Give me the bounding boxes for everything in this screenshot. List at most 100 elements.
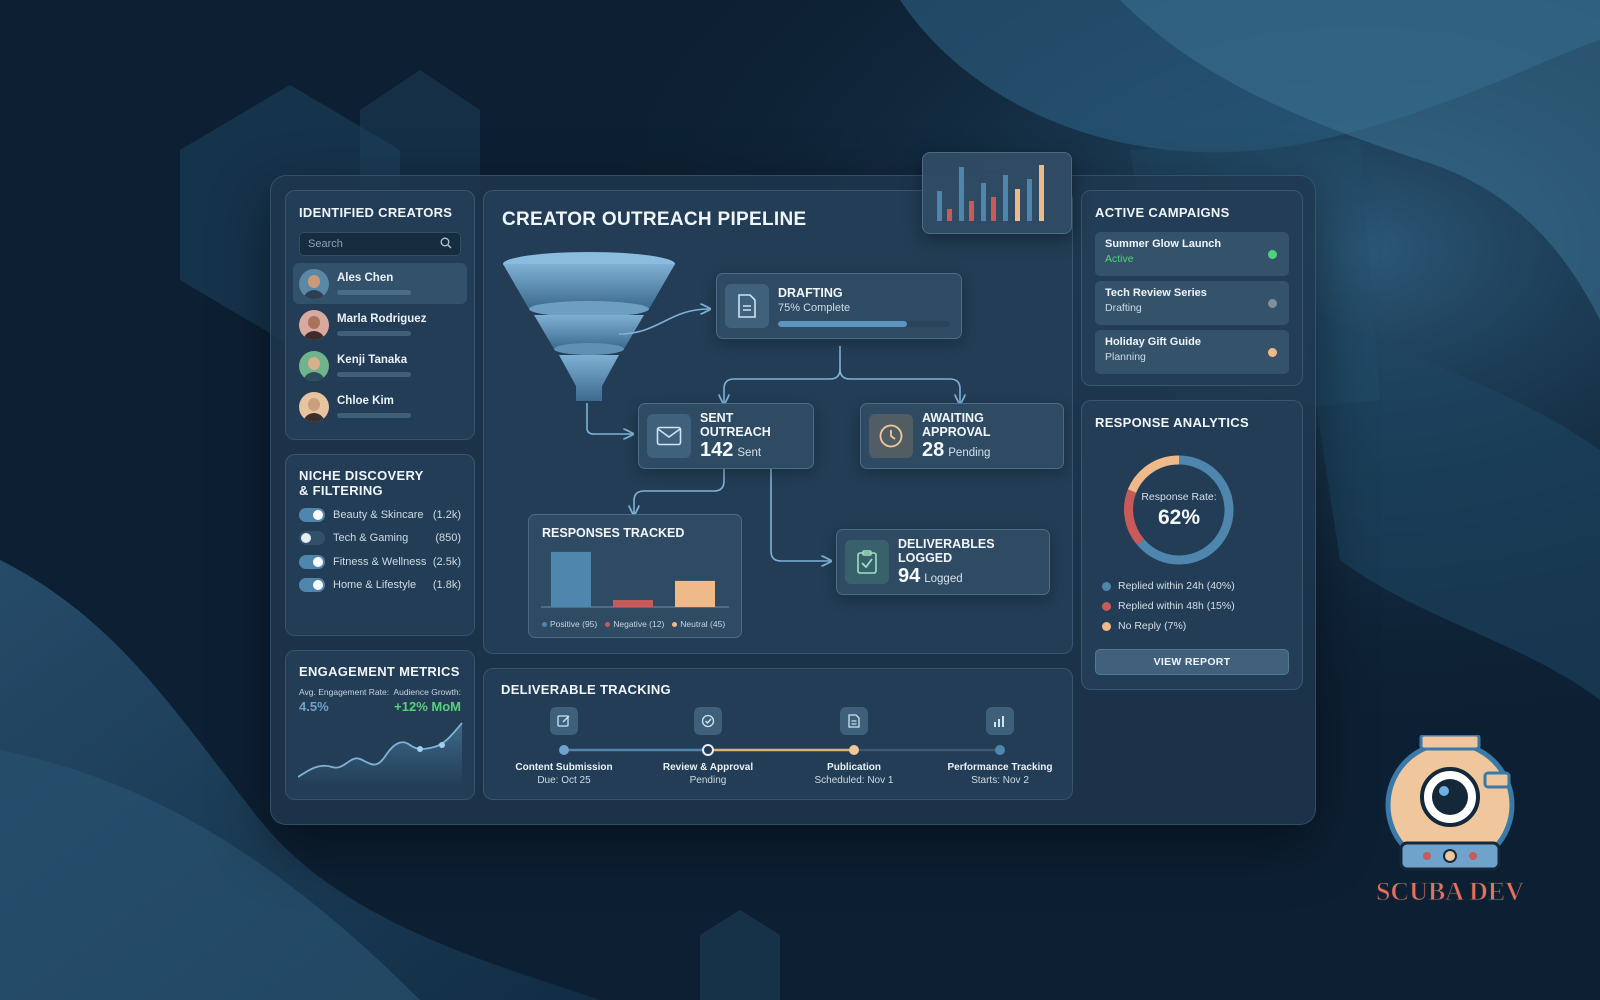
response-bar — [613, 600, 653, 607]
niche-toggle[interactable] — [299, 531, 325, 545]
clock-icon — [869, 414, 913, 458]
niche-filter-row: Fitness & Wellness (2.5k) — [299, 554, 461, 569]
creator-name: Ales Chen — [337, 272, 394, 284]
response-bar — [675, 580, 715, 607]
view-report-button[interactable]: View Report — [1095, 649, 1289, 675]
legend-label: Replied within 48h (15%) — [1118, 600, 1235, 612]
identified-creators-panel: Identified Creators Search Ales Chen — [285, 190, 475, 440]
outreach-pipeline-panel: Creator Outreach Pipeline — [483, 190, 1073, 654]
legend-negative: Negative (12) — [605, 619, 664, 629]
campaign-status: Planning — [1105, 351, 1146, 363]
creator-item[interactable]: Marla Rodriguez — [293, 304, 467, 345]
awaiting-approval-stage[interactable]: Awaiting Approval 28 Pending — [860, 403, 1064, 469]
engagement-metrics-title: Engagement Metrics — [299, 664, 460, 679]
floating-bar-chart — [922, 152, 1072, 234]
milestone-content-submission[interactable]: Content Submission Due: Oct 25 — [494, 707, 634, 786]
status-dot — [1268, 250, 1277, 259]
milestone-review-approval[interactable]: Review & Approval Pending — [638, 707, 778, 786]
creator-progress-bar — [337, 331, 411, 336]
milestone-date: Starts: Nov 2 — [971, 775, 1029, 786]
niche-count: (1.2k) — [432, 508, 461, 521]
niche-label: Home & Lifestyle — [333, 579, 417, 591]
legend-label: No Reply (7%) — [1118, 620, 1187, 632]
drafting-stage[interactable]: Drafting 75% Complete — [716, 273, 962, 339]
milestone-title: Performance Tracking — [947, 762, 1053, 773]
response-analytics-title: Response Analytics — [1095, 415, 1249, 430]
chart-point — [417, 746, 423, 752]
creator-progress-bar — [337, 372, 411, 377]
creator-progress-bar — [337, 413, 411, 418]
deliverables-logged-stage[interactable]: Deliverables Logged 94 Logged — [836, 529, 1050, 595]
creator-item[interactable]: Chloe Kim — [293, 386, 467, 427]
legend-positive: Positive (95) — [542, 619, 597, 629]
drafting-progress-text: 75% Complete — [778, 301, 851, 314]
milestone-publication[interactable]: Publication Scheduled: Nov 1 — [784, 707, 924, 786]
analytics-legend: Replied within 24h (40%) Replied within … — [1102, 580, 1235, 640]
niche-toggle[interactable] — [299, 507, 325, 522]
responses-tracked-title: Responses Tracked — [542, 526, 685, 540]
milestone-date: Scheduled: Nov 1 — [814, 775, 894, 786]
check-circle-icon — [694, 707, 722, 735]
milestone-title: Publication — [827, 762, 881, 773]
funnel-graphic — [503, 252, 675, 401]
mail-icon — [647, 414, 691, 458]
campaign-status: Drafting — [1105, 302, 1142, 314]
milestone-performance-tracking[interactable]: Performance Tracking Starts: Nov 2 — [930, 707, 1070, 786]
deliverables-logged-count: 94 — [898, 564, 921, 587]
legend-item: No Reply (7%) — [1102, 620, 1235, 632]
response-analytics-panel: Response Analytics Response Rate: 62% Re… — [1081, 400, 1303, 690]
niche-discovery-panel: Niche Discovery & Filtering Beauty & Ski… — [285, 454, 475, 636]
response-rate-label: Response Rate: — [1141, 490, 1217, 503]
avatar — [299, 350, 329, 381]
niche-label: Fitness & Wellness — [333, 555, 427, 568]
niche-label: Tech & Gaming — [333, 532, 409, 544]
campaign-item[interactable]: Summer Glow Launch Active — [1095, 232, 1289, 276]
campaign-item[interactable]: Tech Review Series Drafting — [1095, 281, 1289, 325]
dashboard: Identified Creators Search Ales Chen — [270, 175, 1316, 825]
donut-center: Response Rate: 62% — [1122, 453, 1236, 567]
creator-name: Kenji Tanaka — [337, 354, 408, 366]
bar-chart-icon — [986, 707, 1014, 735]
creator-item[interactable]: Kenji Tanaka — [293, 345, 467, 386]
avatar — [299, 268, 329, 299]
sent-outreach-count: 142 — [700, 438, 734, 461]
milestone-title: Review & Approval — [662, 762, 754, 773]
responses-legend: Positive (95) Negative (12) Neutral (45) — [542, 619, 725, 629]
creator-progress-bar — [337, 290, 411, 295]
creator-item[interactable]: Ales Chen — [293, 263, 467, 304]
audience-growth-label: Audience Growth: — [393, 687, 461, 697]
search-input[interactable]: Search — [308, 238, 440, 250]
sent-outreach-stage[interactable]: Sent Outreach 142 Sent — [638, 403, 814, 469]
niche-filter-row: Beauty & Skincare (1.2k) — [299, 507, 461, 522]
logo-text: SCUBA DEV — [1376, 877, 1524, 906]
niche-count: (850) — [435, 532, 461, 544]
responses-bar-chart — [541, 551, 729, 608]
legend-positive-label: Positive (95) — [550, 619, 598, 629]
awaiting-approval-count: 28 — [922, 438, 945, 461]
engagement-metrics-panel: Engagement Metrics Avg. Engagement Rate:… — [285, 650, 475, 800]
campaign-name: Summer Glow Launch — [1105, 238, 1222, 250]
engagement-line-chart — [298, 722, 463, 787]
legend-neutral-label: Neutral (45) — [680, 619, 726, 629]
drafting-progress-bar — [778, 320, 950, 327]
clipboard-check-icon — [845, 540, 889, 584]
campaign-status: Active — [1105, 253, 1134, 265]
campaign-item[interactable]: Holiday Gift Guide Planning — [1095, 330, 1289, 374]
active-campaigns-panel: Active Campaigns Summer Glow Launch Acti… — [1081, 190, 1303, 386]
milestone-date: Due: Oct 25 — [537, 775, 591, 786]
milestone-title: Content Submission — [515, 762, 613, 773]
niche-filter-row: Home & Lifestyle (1.8k) — [299, 578, 461, 592]
niche-toggle[interactable] — [299, 578, 325, 592]
niche-count: (2.5k) — [432, 555, 461, 568]
creator-search[interactable]: Search — [299, 232, 461, 256]
search-icon[interactable] — [440, 237, 452, 252]
niche-toggle[interactable] — [299, 554, 325, 569]
niche-filter-row: Tech & Gaming (850) — [299, 531, 461, 545]
status-dot — [1268, 299, 1277, 308]
responses-tracked-card[interactable]: Responses Tracked Positive (95) Negative… — [528, 514, 742, 638]
drafting-title: Drafting — [778, 285, 843, 300]
deliverable-tracking-panel: Deliverable Tracking Content Submission … — [483, 668, 1073, 800]
chart-point — [439, 742, 445, 748]
niche-count: (1.8k) — [432, 579, 461, 591]
document-icon — [840, 707, 868, 735]
